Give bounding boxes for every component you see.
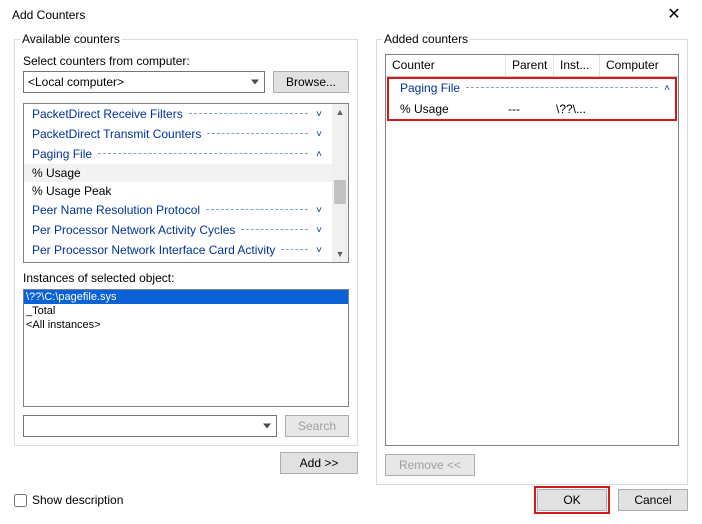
chevron-up-icon[interactable]: ˄ xyxy=(664,83,670,94)
added-counters-legend: Added counters xyxy=(382,32,470,46)
col-counter[interactable]: Counter xyxy=(386,55,506,76)
ok-button[interactable]: OK xyxy=(537,489,607,511)
added-group-label: Paging File xyxy=(400,81,460,95)
leaf-label: % Usage Peak xyxy=(32,184,111,198)
cell-inst: \??\... xyxy=(556,102,608,116)
counter-category[interactable]: PacketDirect Receive Filters ˅ xyxy=(24,104,332,124)
chevron-down-icon[interactable]: ˅ xyxy=(314,205,324,216)
computer-combo-wrap xyxy=(23,71,265,93)
instances-inner: \??\C:\pagefile.sys _Total <All instance… xyxy=(24,290,348,406)
bottom-bar: Show description OK Cancel xyxy=(0,486,702,514)
cancel-button[interactable]: Cancel xyxy=(618,489,688,511)
counter-category-expanded[interactable]: Paging File ˄ xyxy=(24,144,332,164)
added-group-row[interactable]: Paging File ˄ xyxy=(386,77,678,99)
category-label: PacketDirect Transmit Counters xyxy=(32,127,201,141)
remove-row: Remove << xyxy=(385,454,679,476)
close-icon[interactable]: ✕ xyxy=(654,8,694,22)
show-description-checkbox[interactable]: Show description xyxy=(14,493,123,507)
cell-parent: --- xyxy=(508,102,556,116)
title-bar: Add Counters ✕ xyxy=(0,0,702,28)
left-column: Available counters Select counters from … xyxy=(14,32,358,485)
show-description-input[interactable] xyxy=(14,494,27,507)
added-data-row[interactable]: % Usage --- \??\... xyxy=(386,99,678,119)
dash-line xyxy=(206,209,308,210)
chevron-up-icon[interactable]: ˄ xyxy=(314,149,324,160)
dialog-buttons: OK Cancel xyxy=(534,486,688,514)
dash-line xyxy=(281,249,308,250)
search-row: Search xyxy=(23,415,349,437)
counter-categories-inner: PacketDirect Receive Filters ˅ PacketDir… xyxy=(24,104,332,262)
instance-text: <All instances> xyxy=(26,319,101,331)
counter-category[interactable]: PacketDirect Transmit Counters ˅ xyxy=(24,124,332,144)
scroll-up-icon[interactable]: ▲ xyxy=(332,104,348,120)
dialog-content: Available counters Select counters from … xyxy=(0,28,702,485)
chevron-down-icon[interactable]: ˅ xyxy=(314,245,324,256)
counter-category[interactable]: Per Processor Network Interface Card Act… xyxy=(24,240,332,260)
computer-row: Browse... xyxy=(23,71,349,93)
leaf-label: % Usage xyxy=(32,166,81,180)
added-counters-table[interactable]: Counter Parent Inst... Computer Paging F… xyxy=(385,54,679,446)
remove-button[interactable]: Remove << xyxy=(385,454,475,476)
instance-item[interactable]: <All instances> xyxy=(24,318,348,332)
instance-item-selected[interactable]: \??\C:\pagefile.sys xyxy=(24,290,348,304)
counter-categories-list[interactable]: PacketDirect Receive Filters ˅ PacketDir… xyxy=(23,103,349,263)
add-button[interactable]: Add >> xyxy=(280,452,358,474)
search-button[interactable]: Search xyxy=(285,415,349,437)
col-computer[interactable]: Computer xyxy=(600,55,678,76)
category-label: PacketDirect Receive Filters xyxy=(32,107,183,121)
show-description-label: Show description xyxy=(32,493,123,507)
search-combo-wrap xyxy=(23,415,277,437)
table-body: Paging File ˄ % Usage --- \??\... xyxy=(386,77,678,119)
chevron-down-icon[interactable]: ˅ xyxy=(314,109,324,120)
added-counters-group: Added counters Counter Parent Inst... Co… xyxy=(376,32,688,485)
search-input[interactable] xyxy=(23,415,277,437)
right-column: Added counters Counter Parent Inst... Co… xyxy=(376,32,688,485)
dash-line xyxy=(466,87,658,88)
col-inst[interactable]: Inst... xyxy=(554,55,600,76)
counter-category[interactable]: Peer Name Resolution Protocol ˅ xyxy=(24,200,332,220)
col-parent[interactable]: Parent xyxy=(506,55,554,76)
counter-category[interactable]: Per Processor Network Activity Cycles ˅ xyxy=(24,220,332,240)
instance-item[interactable]: _Total xyxy=(24,304,348,318)
scrollbar[interactable]: ▲ ▼ xyxy=(332,104,348,262)
ok-highlight: OK xyxy=(534,486,610,514)
computer-combo[interactable] xyxy=(23,71,265,93)
instances-list[interactable]: \??\C:\pagefile.sys _Total <All instance… xyxy=(23,289,349,407)
dash-line xyxy=(241,229,308,230)
scroll-thumb[interactable] xyxy=(334,180,346,204)
scroll-down-icon[interactable]: ▼ xyxy=(332,246,348,262)
counter-leaf[interactable]: % Usage Peak xyxy=(24,182,332,200)
table-header: Counter Parent Inst... Computer xyxy=(386,55,678,77)
cell-counter: % Usage xyxy=(400,102,508,116)
category-label: Per Processor Network Activity Cycles xyxy=(32,223,235,237)
add-row: Add >> xyxy=(14,452,358,474)
computer-label: Select counters from computer: xyxy=(23,54,349,68)
chevron-down-icon[interactable]: ˅ xyxy=(314,129,324,140)
instance-text: _Total xyxy=(26,305,55,317)
dash-line xyxy=(98,153,308,154)
available-counters-group: Available counters Select counters from … xyxy=(14,32,358,446)
dash-line xyxy=(189,113,308,114)
category-label: Paging File xyxy=(32,147,92,161)
browse-button[interactable]: Browse... xyxy=(273,71,349,93)
dash-line xyxy=(207,133,308,134)
category-label: Per Processor Network Interface Card Act… xyxy=(32,243,275,257)
category-label: Peer Name Resolution Protocol xyxy=(32,203,200,217)
chevron-down-icon[interactable]: ˅ xyxy=(314,225,324,236)
counter-leaf[interactable]: % Usage xyxy=(24,164,332,182)
instance-text: \??\C:\pagefile.sys xyxy=(26,291,117,303)
available-counters-legend: Available counters xyxy=(20,32,122,46)
window-title: Add Counters xyxy=(12,8,85,22)
instances-label: Instances of selected object: xyxy=(23,271,349,285)
